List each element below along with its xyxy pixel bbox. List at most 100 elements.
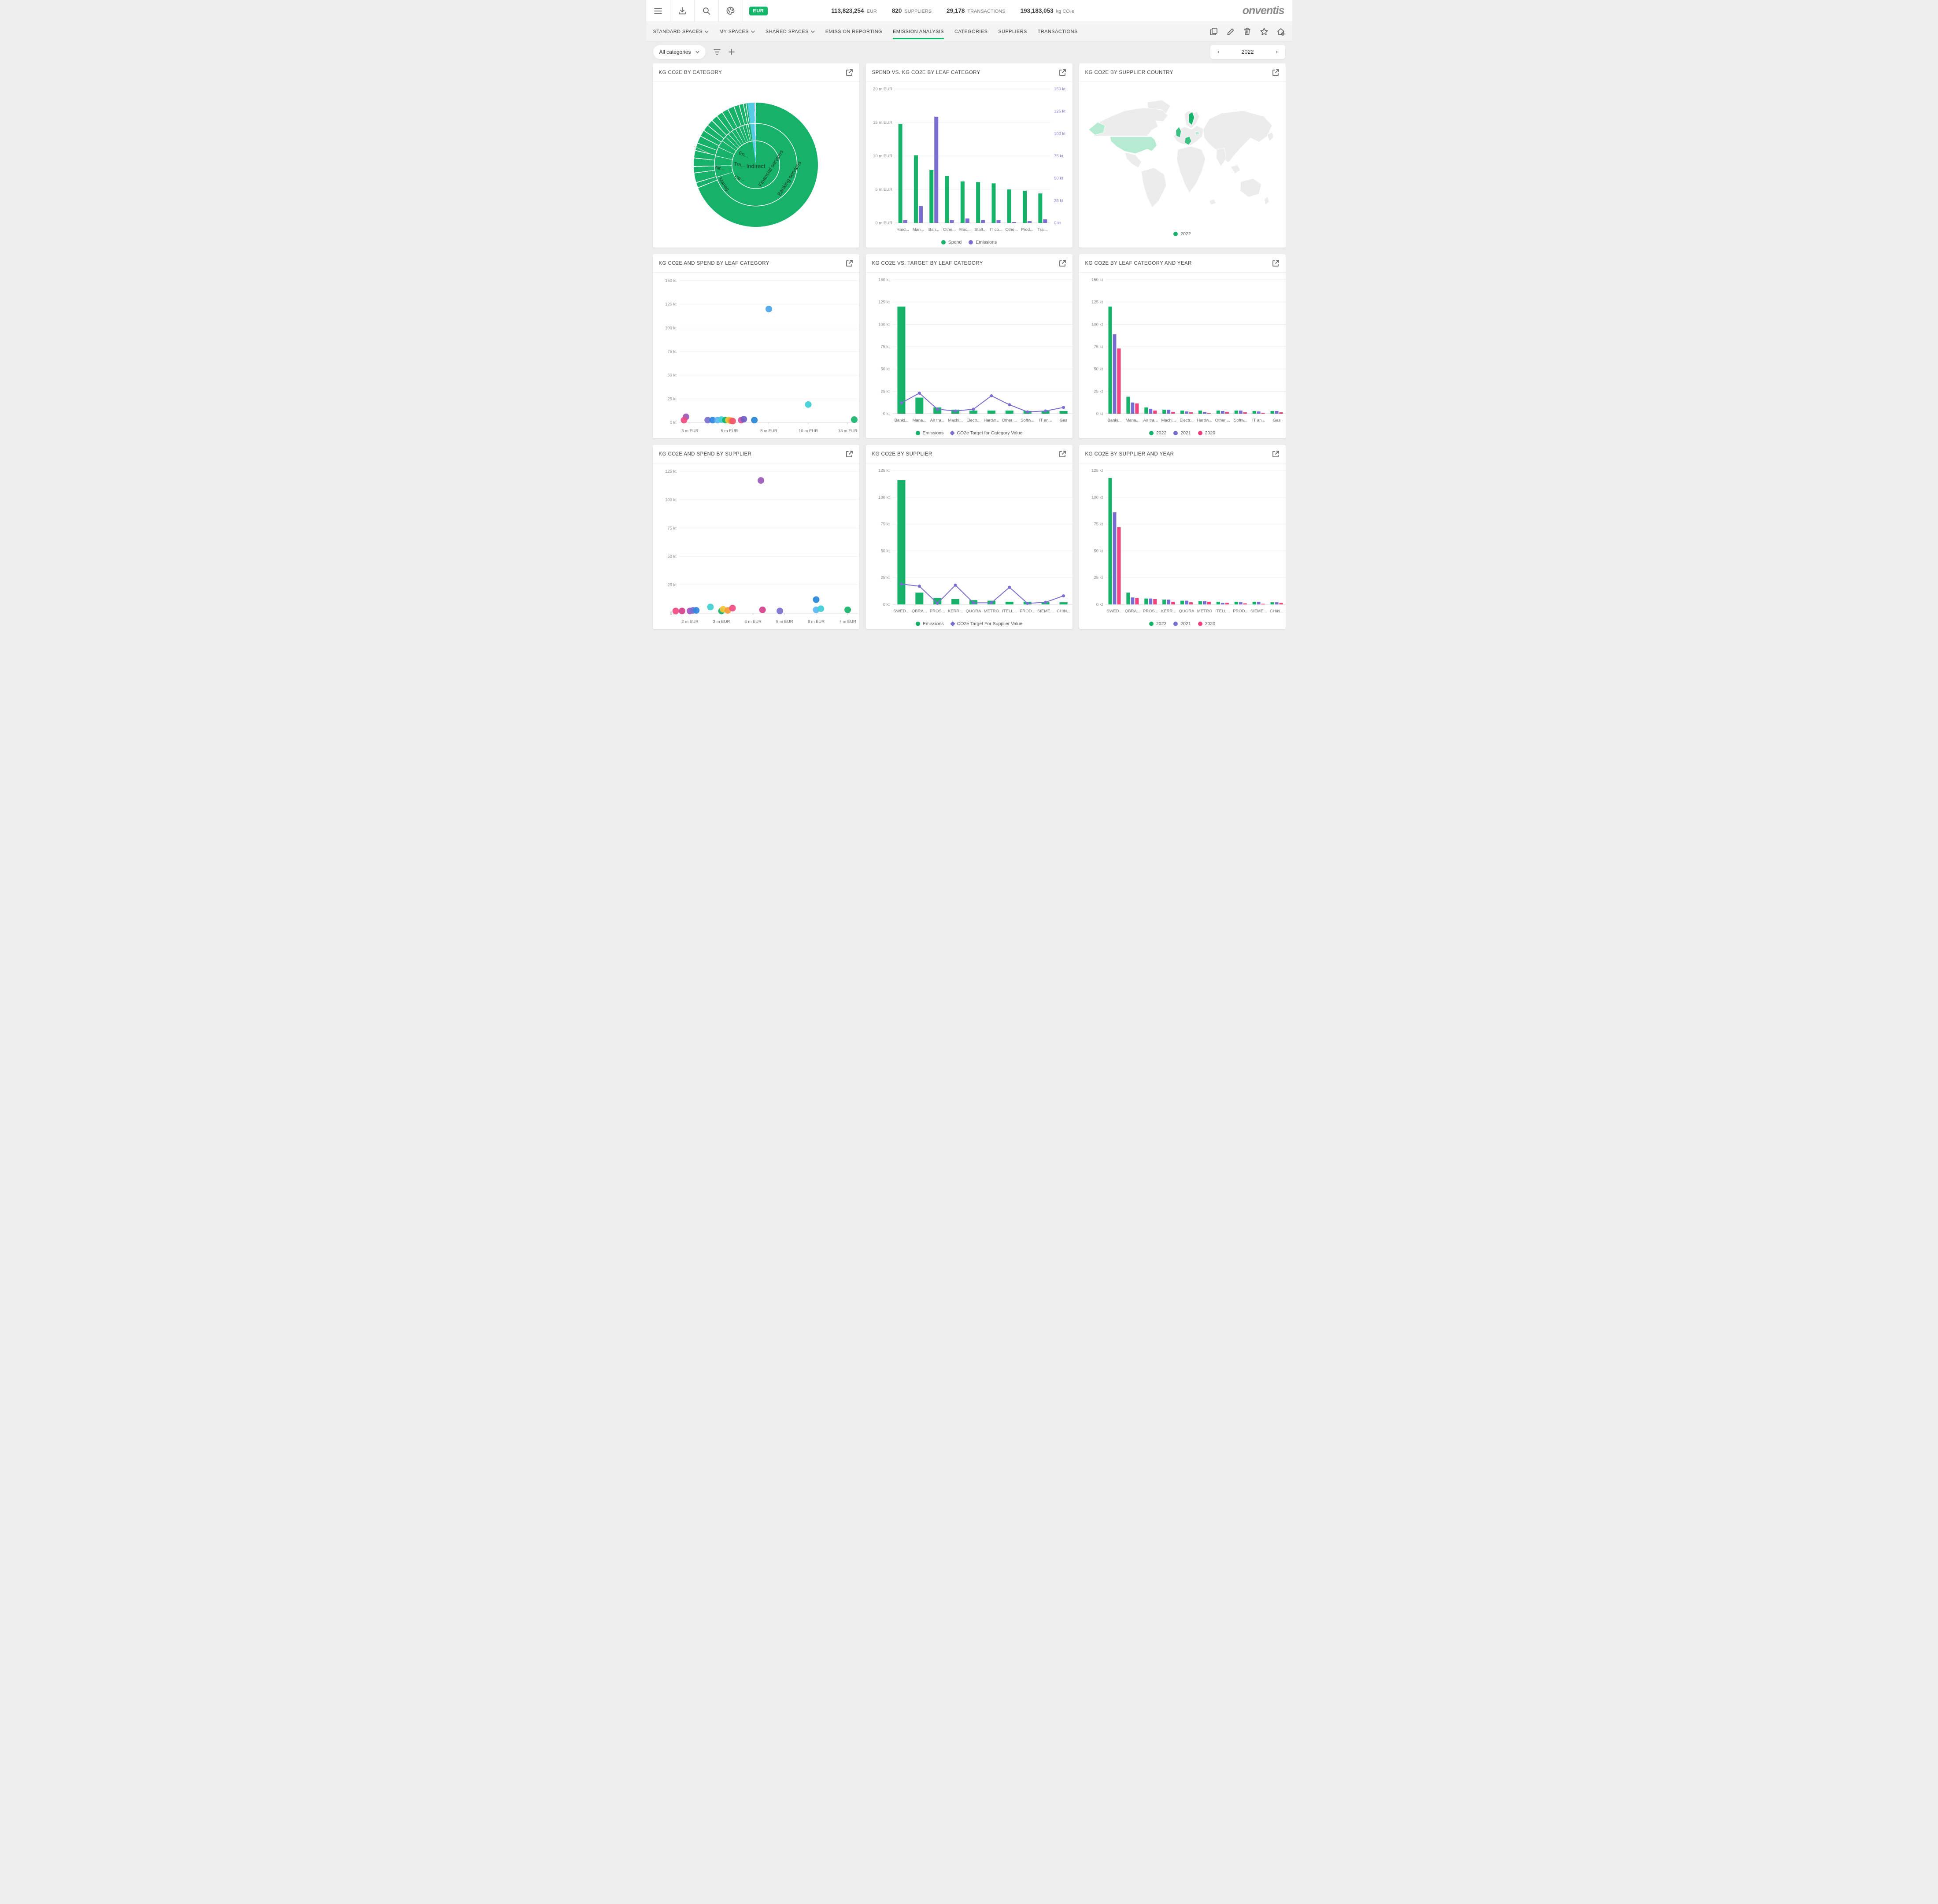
tab-suppliers[interactable]: SUPPLIERS	[998, 22, 1027, 41]
card-title: KG CO2E AND SPEND BY SUPPLIER	[659, 452, 752, 457]
stat-co2e-value: 193,183,053	[1021, 7, 1054, 14]
tab-standard-spaces[interactable]: STANDARD SPACES	[653, 22, 709, 41]
world-map-chart: 2022	[1079, 82, 1286, 248]
svg-text:Banki...: Banki...	[894, 418, 908, 423]
svg-text:0 kt: 0 kt	[1054, 221, 1061, 226]
svg-text:25 kt: 25 kt	[880, 575, 890, 580]
svg-text:50 kt: 50 kt	[667, 554, 677, 559]
svg-text:Prod...: Prod...	[1021, 227, 1033, 232]
tab-shared-spaces[interactable]: SHARED SPACES	[766, 22, 815, 41]
svg-text:75 kt: 75 kt	[880, 522, 890, 527]
filter-icon	[714, 49, 721, 55]
open-in-new-icon[interactable]	[1059, 450, 1066, 458]
stat-transactions: 29,178 TRANSACTIONS	[947, 7, 1005, 14]
tab-emission-reporting[interactable]: EMISSION REPORTING	[825, 22, 882, 41]
svg-text:25 kt: 25 kt	[667, 396, 677, 401]
delete-button[interactable]	[1243, 27, 1252, 36]
menu-button[interactable]	[646, 0, 670, 22]
svg-text:Other ...: Other ...	[1002, 418, 1017, 423]
favorite-button[interactable]	[1260, 27, 1269, 36]
search-button[interactable]	[695, 0, 718, 22]
open-in-new-icon[interactable]	[846, 69, 853, 76]
next-year-button[interactable]: ›	[1275, 49, 1279, 55]
year-value: 2022	[1242, 49, 1254, 55]
svg-text:QUORA: QUORA	[965, 609, 981, 614]
svg-text:Softw...: Softw...	[1234, 418, 1247, 423]
card-header: KG CO2E BY SUPPLIER AND YEAR	[1079, 445, 1286, 463]
open-in-new-icon[interactable]	[1272, 69, 1280, 76]
svg-text:25 kt: 25 kt	[880, 389, 890, 394]
bar-line-chart: 150 kt125 kt100 kt75 kt50 kt25 kt0 ktBan…	[866, 273, 1073, 438]
filter-bar: All categories ‹ 2022 ›	[646, 41, 1292, 63]
svg-text:150 kt: 150 kt	[1054, 87, 1065, 92]
svg-text:3 m EUR: 3 m EUR	[681, 429, 699, 433]
plus-icon	[729, 49, 735, 55]
svg-text:QUORA: QUORA	[1179, 609, 1195, 614]
svg-text:75 kt: 75 kt	[880, 344, 890, 349]
tab-label: MY SPACES	[719, 29, 749, 34]
svg-text:Gas: Gas	[1059, 418, 1067, 423]
svg-text:Hardw...: Hardw...	[984, 418, 999, 423]
category-selector[interactable]: All categories	[653, 45, 706, 59]
card-title: KG CO2E VS. TARGET BY LEAF CATEGORY	[872, 261, 983, 266]
currency-badge[interactable]: EUR	[749, 7, 768, 15]
chevron-down-icon	[705, 30, 709, 33]
card-title: KG CO2E BY SUPPLIER	[872, 452, 932, 457]
tab-categories[interactable]: CATEGORIES	[954, 22, 987, 41]
previous-year-button[interactable]: ‹	[1217, 49, 1220, 55]
filter-button[interactable]	[714, 49, 721, 55]
svg-text:0 kt: 0 kt	[883, 602, 890, 607]
card-header: KG CO2E BY CATEGORY	[653, 63, 859, 82]
stat-spend: 113,823,254 EUR	[831, 7, 877, 14]
svg-text:75 kt: 75 kt	[1094, 522, 1103, 527]
download-button[interactable]	[670, 0, 694, 22]
grouped-bar-chart: 150 kt125 kt100 kt75 kt50 kt25 kt0 ktBan…	[1079, 273, 1286, 438]
bar-line-chart: 125 kt100 kt75 kt50 kt25 kt0 ktSWED...QB…	[866, 463, 1073, 629]
year-selector: ‹ 2022 ›	[1210, 45, 1285, 59]
svg-text:Air tra...: Air tra...	[930, 418, 944, 423]
open-in-new-icon[interactable]	[1272, 259, 1280, 267]
summary-stats: 113,823,254 EUR 820 SUPPLIERS 29,178 TRA…	[831, 7, 1074, 14]
svg-text:125 kt: 125 kt	[1091, 468, 1103, 473]
edit-button[interactable]	[1226, 27, 1235, 36]
home-add-icon	[1277, 28, 1285, 36]
card-title: KG CO2E BY CATEGORY	[659, 70, 722, 75]
svg-text:METRO: METRO	[1197, 609, 1212, 614]
svg-text:25 kt: 25 kt	[1094, 389, 1103, 394]
open-in-new-icon[interactable]	[1059, 259, 1066, 267]
svg-text:25 kt: 25 kt	[1054, 198, 1063, 203]
svg-text:50 kt: 50 kt	[1094, 548, 1103, 553]
svg-text:125 kt: 125 kt	[1054, 109, 1065, 114]
svg-text:50 kt: 50 kt	[1094, 367, 1103, 372]
svg-text:75 kt: 75 kt	[667, 349, 677, 354]
svg-text:10 m EUR: 10 m EUR	[799, 429, 818, 433]
tab-my-spaces[interactable]: MY SPACES	[719, 22, 755, 41]
add-filter-button[interactable]	[729, 49, 735, 55]
svg-text:100 kt: 100 kt	[665, 326, 677, 330]
tab-label: SUPPLIERS	[998, 29, 1027, 34]
open-in-new-icon[interactable]	[1059, 69, 1066, 76]
card-header: KG CO2E BY SUPPLIER	[866, 445, 1073, 463]
svg-text:75 kt: 75 kt	[1054, 154, 1063, 159]
add-to-home-button[interactable]	[1276, 27, 1285, 36]
svg-text:Othe...: Othe...	[1005, 227, 1018, 232]
svg-text:8 m EUR: 8 m EUR	[760, 429, 777, 433]
open-in-new-icon[interactable]	[846, 259, 853, 267]
svg-text:5 m EUR: 5 m EUR	[875, 187, 892, 192]
copy-button[interactable]	[1209, 27, 1218, 36]
chart-legend: 202220212020	[1085, 427, 1280, 438]
theme-button[interactable]	[719, 0, 743, 22]
svg-text:Softw...: Softw...	[1021, 418, 1034, 423]
tab-transactions[interactable]: TRANSACTIONS	[1038, 22, 1078, 41]
chevron-down-icon	[811, 30, 815, 33]
open-in-new-icon[interactable]	[1272, 450, 1280, 458]
svg-text:Hard...: Hard...	[896, 227, 909, 232]
card-title: KG CO2E BY SUPPLIER AND YEAR	[1085, 452, 1174, 457]
open-in-new-icon[interactable]	[846, 450, 853, 458]
star-icon	[1260, 28, 1268, 35]
card-co2e-by-supplier-country: KG CO2E BY SUPPLIER COUNTRY	[1079, 63, 1286, 248]
tab-label: SHARED SPACES	[766, 29, 809, 34]
svg-text:Air tra...: Air tra...	[1143, 418, 1158, 423]
svg-text:75 kt: 75 kt	[667, 526, 677, 531]
tab-emission-analysis[interactable]: EMISSION ANALYSIS	[893, 22, 944, 41]
